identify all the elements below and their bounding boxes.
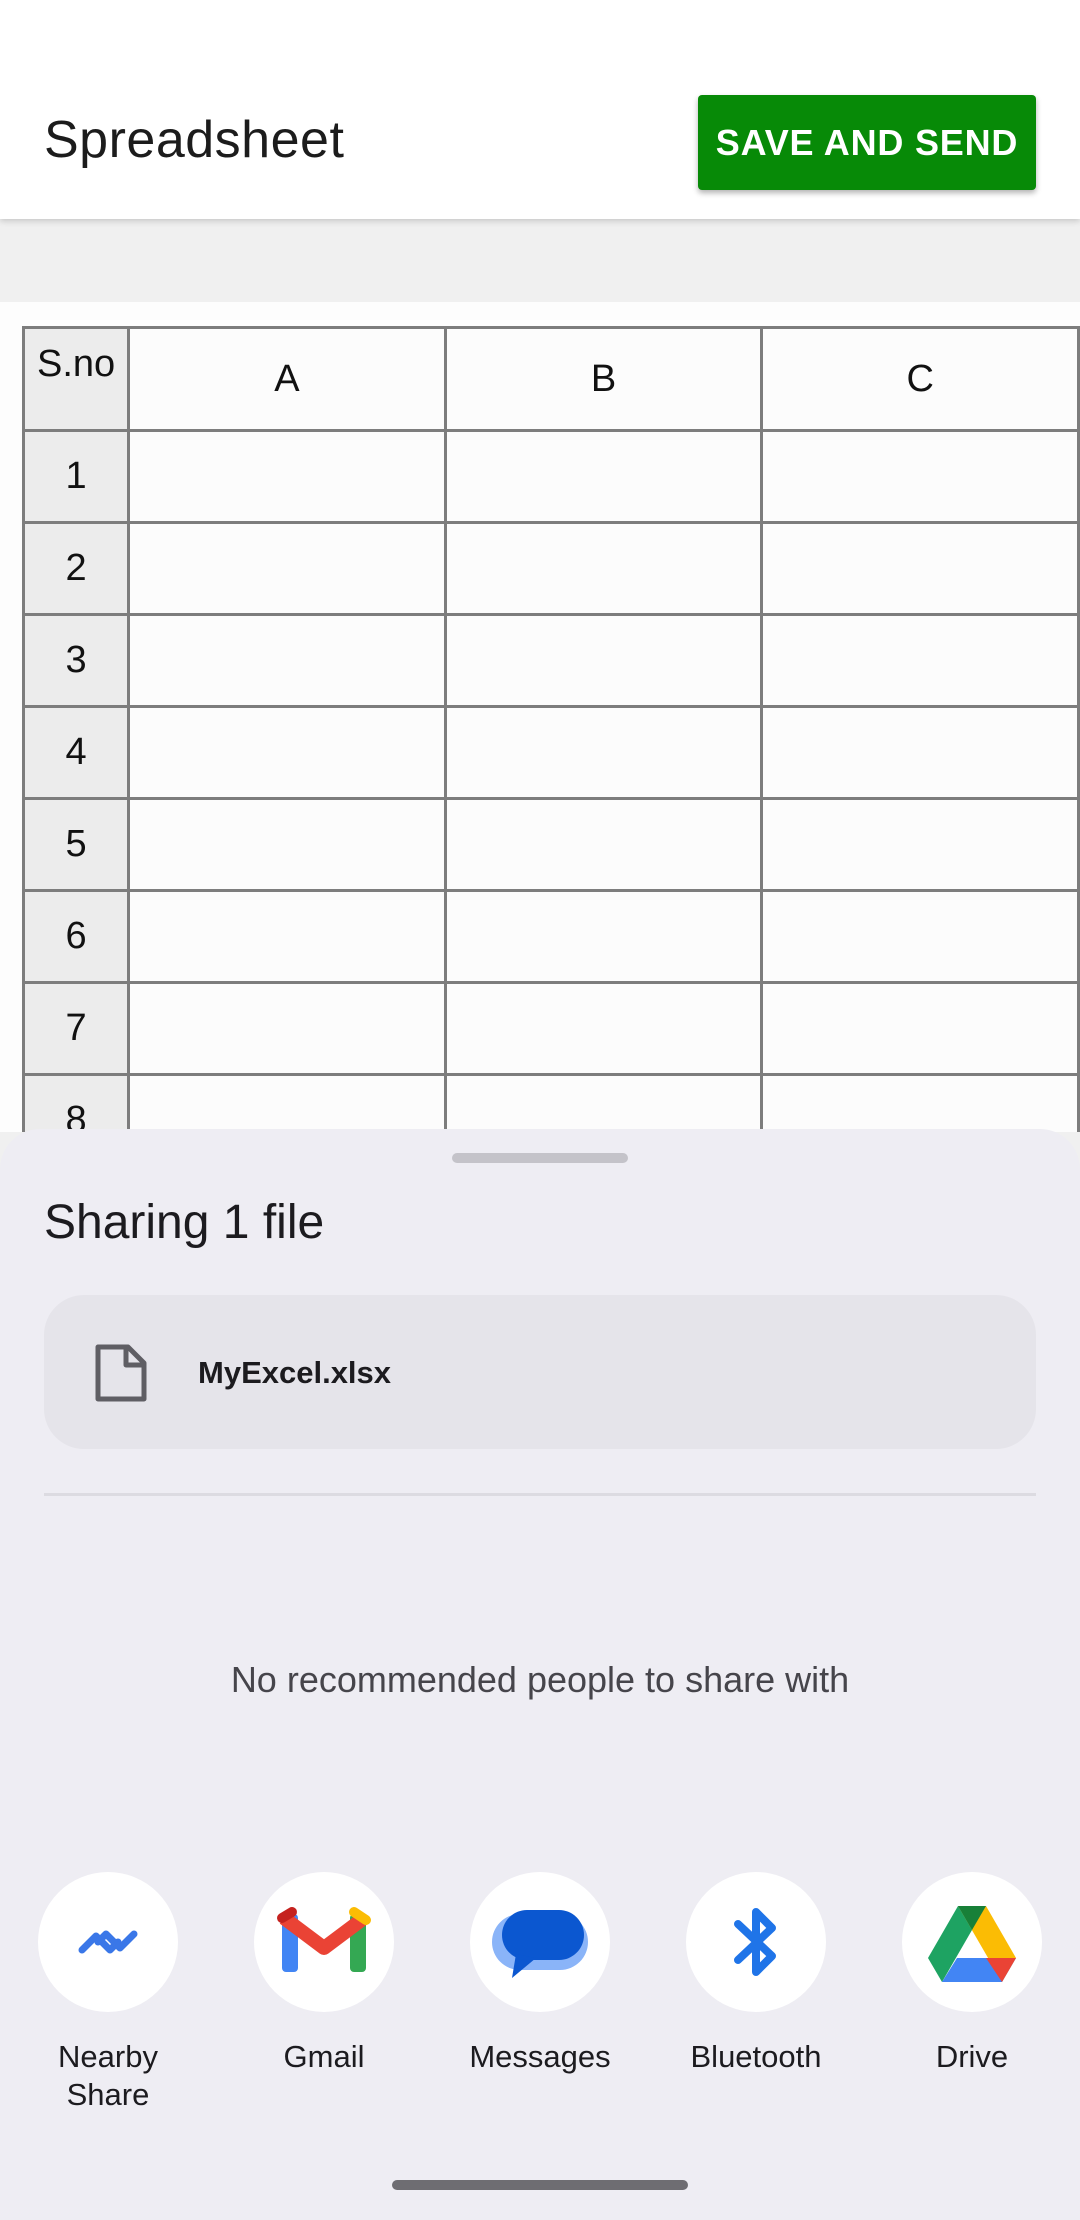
share-target-bluetooth[interactable]: Bluetooth <box>648 1872 864 2076</box>
cell[interactable] <box>443 521 764 616</box>
save-and-send-button[interactable]: SAVE AND SEND <box>698 95 1036 190</box>
cell[interactable] <box>443 797 764 892</box>
file-name: MyExcel.xlsx <box>198 1355 392 1390</box>
bluetooth-icon <box>686 1872 826 2012</box>
cell[interactable] <box>443 613 764 708</box>
cell[interactable] <box>760 521 1080 616</box>
gesture-navigation-bar[interactable] <box>392 2180 688 2190</box>
cell[interactable] <box>760 797 1080 892</box>
table-row: 8 <box>21 1073 1080 1132</box>
divider <box>44 1493 1036 1496</box>
page-title: Spreadsheet <box>44 111 345 169</box>
cell[interactable] <box>760 429 1080 524</box>
cell[interactable] <box>443 889 764 984</box>
gmail-icon <box>254 1872 394 2012</box>
cell[interactable] <box>443 981 764 1076</box>
table-row: 3 <box>21 613 1080 708</box>
cell[interactable] <box>127 521 447 616</box>
cell[interactable] <box>127 889 447 984</box>
file-preview-card: MyExcel.xlsx <box>44 1295 1036 1449</box>
cell[interactable] <box>443 705 764 800</box>
row-number: 3 <box>21 613 131 708</box>
share-sheet: Sharing 1 file MyExcel.xlsx No recommend… <box>0 1129 1080 2220</box>
header-col-b: B <box>443 326 764 432</box>
no-recommendations-text: No recommended people to share with <box>230 1659 850 1700</box>
share-target-label: Nearby Share <box>58 2039 158 2112</box>
share-target-label: Gmail <box>283 2039 365 2074</box>
table-row: 4 <box>21 705 1080 800</box>
messages-icon <box>470 1872 610 2012</box>
cell[interactable] <box>443 1073 764 1132</box>
row-number: 1 <box>21 429 131 524</box>
spreadsheet-area: S.no A B C 1 2 3 4 5 6 7 8 <box>0 302 1080 1132</box>
cell[interactable] <box>127 1073 447 1132</box>
app-bar: Spreadsheet SAVE AND SEND <box>0 0 1080 219</box>
row-number: 6 <box>21 889 131 984</box>
share-target-drive[interactable]: Drive <box>864 1872 1080 2076</box>
file-icon <box>95 1344 147 1402</box>
row-number: 7 <box>21 981 131 1076</box>
spreadsheet-grid: S.no A B C 1 2 3 4 5 6 7 8 <box>21 326 1080 1132</box>
table-row: 7 <box>21 981 1080 1076</box>
cell[interactable] <box>443 429 764 524</box>
nearby-share-icon <box>38 1872 178 2012</box>
share-target-label: Bluetooth <box>690 2039 822 2074</box>
cell[interactable] <box>760 705 1080 800</box>
row-number: 2 <box>21 521 131 616</box>
table-row: 5 <box>21 797 1080 892</box>
table-row: 2 <box>21 521 1080 616</box>
toolbar-strip <box>0 219 1080 302</box>
share-targets: Nearby Share Gmail Messages Bluetooth Dr… <box>0 1872 1080 2132</box>
drag-handle[interactable] <box>452 1153 628 1163</box>
row-number: 8 <box>21 1073 131 1132</box>
cell[interactable] <box>760 981 1080 1076</box>
share-target-label: Messages <box>469 2039 611 2074</box>
header-row: S.no A B C <box>21 326 1080 432</box>
cell[interactable] <box>127 429 447 524</box>
header-col-a: A <box>127 326 447 432</box>
share-target-messages[interactable]: Messages <box>432 1872 648 2076</box>
share-target-label: Drive <box>935 2039 1009 2074</box>
cell[interactable] <box>127 797 447 892</box>
share-target-nearby-share[interactable]: Nearby Share <box>0 1872 216 2114</box>
share-title: Sharing 1 file <box>44 1196 325 1249</box>
row-number: 5 <box>21 797 131 892</box>
cell[interactable] <box>760 1073 1080 1132</box>
drive-icon <box>902 1872 1042 2012</box>
header-col-c: C <box>760 326 1080 432</box>
cell[interactable] <box>760 613 1080 708</box>
share-target-gmail[interactable]: Gmail <box>216 1872 432 2076</box>
cell[interactable] <box>760 889 1080 984</box>
table-row: 6 <box>21 889 1080 984</box>
header-sno: S.no <box>21 326 131 432</box>
row-number: 4 <box>21 705 131 800</box>
cell[interactable] <box>127 705 447 800</box>
table-row: 1 <box>21 429 1080 524</box>
cell[interactable] <box>127 613 447 708</box>
cell[interactable] <box>127 981 447 1076</box>
